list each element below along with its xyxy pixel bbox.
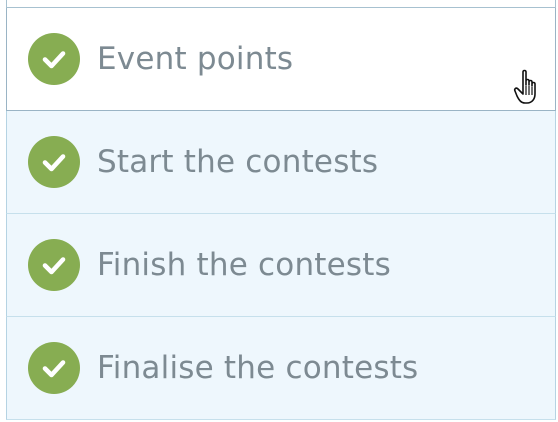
checklist-item-label: Finish the contests <box>97 247 391 283</box>
checklist: Event points Start the contests Finish t… <box>6 8 556 420</box>
checklist-item-label: Event points <box>97 41 294 77</box>
checklist-item-event-points[interactable]: Event points <box>6 8 556 111</box>
check-circle-icon <box>28 239 80 291</box>
checklist-panel: Event points Start the contests Finish t… <box>0 0 558 422</box>
previous-item-edge <box>6 0 556 8</box>
checklist-item-finalise-contests[interactable]: Finalise the contests <box>6 317 556 420</box>
checklist-item-label: Finalise the contests <box>97 350 419 386</box>
hand-pointer-icon <box>513 68 549 108</box>
checklist-item-start-contests[interactable]: Start the contests <box>6 111 556 214</box>
checklist-item-label: Start the contests <box>97 144 379 180</box>
check-circle-icon <box>28 342 80 394</box>
check-circle-icon <box>28 136 80 188</box>
check-circle-icon <box>28 33 80 85</box>
checklist-item-finish-contests[interactable]: Finish the contests <box>6 214 556 317</box>
